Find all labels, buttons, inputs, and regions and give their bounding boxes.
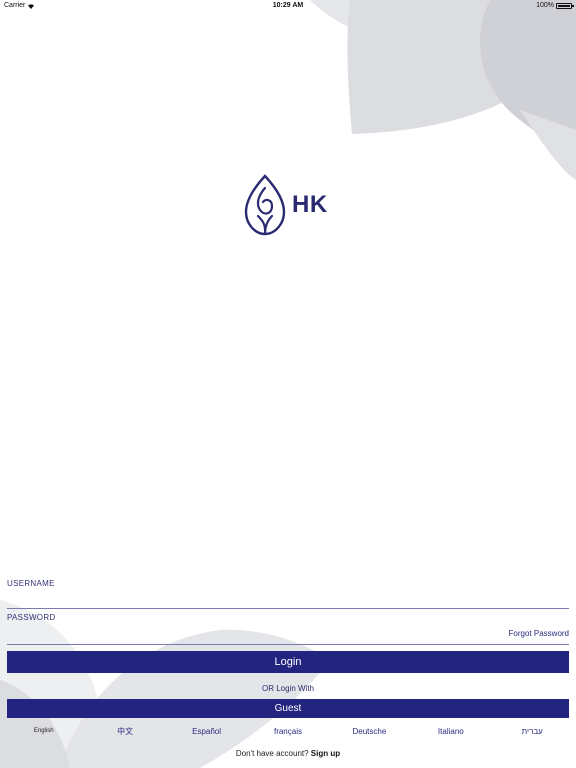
flame-leaf-icon (244, 174, 286, 236)
battery-percentage: 100% (536, 2, 554, 9)
password-label: PASSWORD (7, 613, 56, 622)
language-option-italian[interactable]: Italiano (410, 727, 491, 736)
guest-button[interactable]: Guest (7, 699, 569, 718)
language-option-spanish[interactable]: Español (166, 727, 247, 736)
battery-indicator: 100% (536, 2, 574, 9)
forgot-password-link[interactable]: Forgot Password (509, 629, 569, 638)
language-option-german[interactable]: Deutsche (329, 727, 410, 736)
status-time: 10:29 AM (272, 2, 304, 9)
app-logo: HK (244, 174, 328, 236)
signup-prompt: Don't have account? (235, 749, 309, 758)
password-field[interactable] (7, 629, 569, 645)
signup-row: Don't have account? Sign up (0, 749, 576, 758)
signup-link[interactable]: Sign up (311, 749, 340, 758)
language-option-chinese[interactable]: 中文 (84, 726, 165, 737)
username-field[interactable] (7, 593, 569, 609)
language-option-english[interactable]: English (3, 728, 84, 734)
username-label: USERNAME (7, 579, 55, 588)
logo-text: HK (292, 191, 328, 218)
language-option-hebrew[interactable]: עברית (492, 727, 573, 736)
login-button[interactable]: Login (7, 651, 569, 673)
status-bar: Carrier 10:29 AM 100% (0, 0, 576, 12)
language-selector: English 中文 Español français Deutsche Ita… (3, 725, 573, 737)
or-login-with-label: OR Login With (261, 684, 315, 693)
language-option-french[interactable]: français (247, 727, 328, 736)
battery-icon (556, 2, 574, 9)
login-screen: Carrier 10:29 AM 100% HK USERNAME PASSWO… (0, 0, 576, 768)
